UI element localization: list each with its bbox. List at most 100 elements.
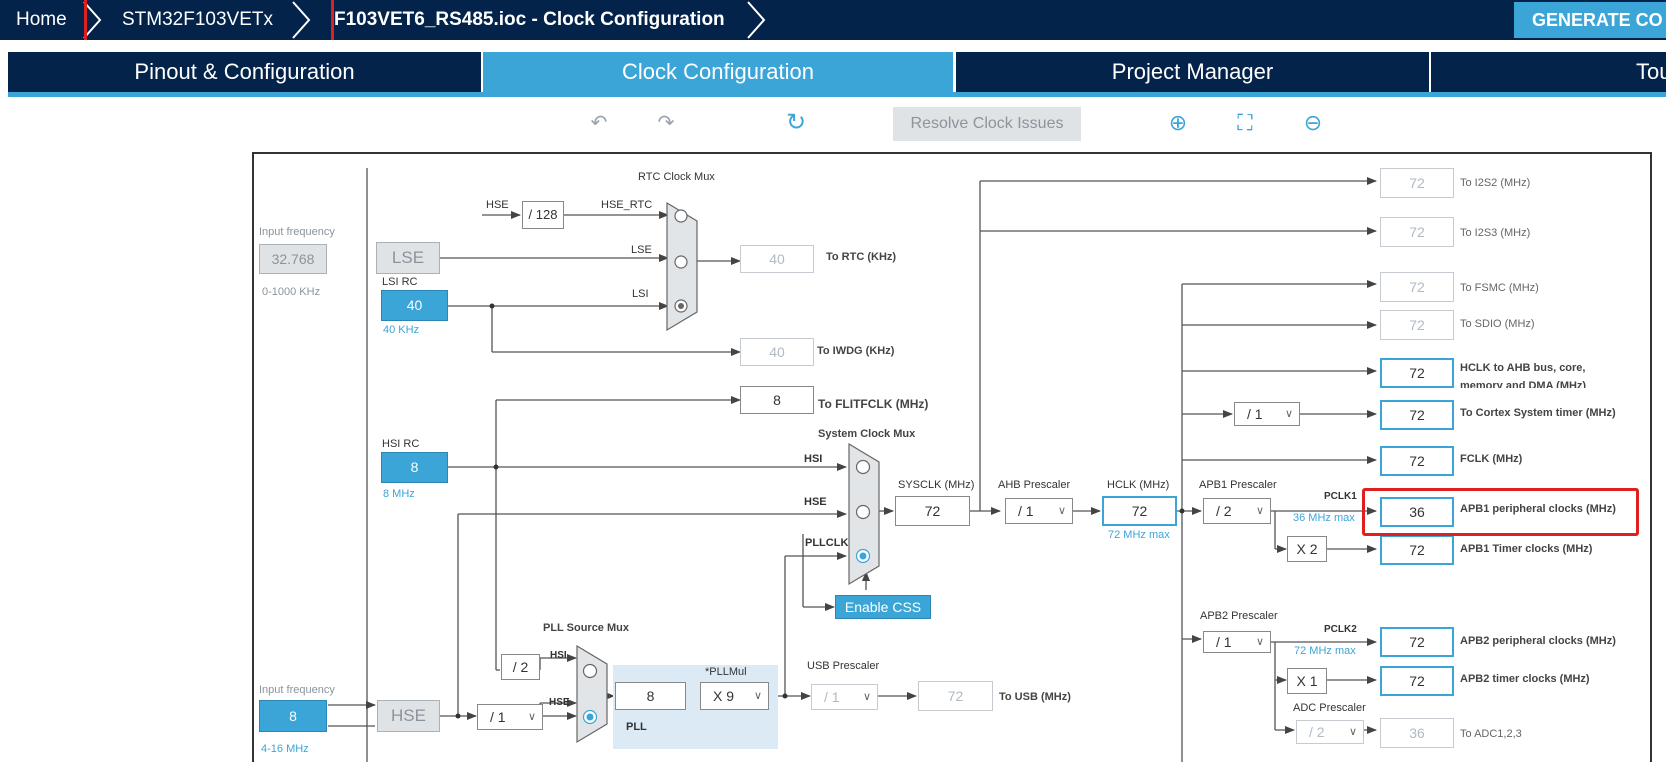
pclk2-max-label: 72 MHz max	[1294, 645, 1356, 657]
enable-css-button[interactable]: Enable CSS	[835, 595, 931, 619]
hclk-label: HCLK (MHz)	[1107, 479, 1170, 491]
fsmc-output-label: To FSMC (MHz)	[1460, 282, 1539, 294]
hsi-rc-value[interactable]: 8	[381, 452, 448, 483]
hsi-rc-label: HSI RC	[382, 438, 420, 450]
sdio-output-label: To SDIO (MHz)	[1460, 318, 1535, 330]
adc-prescaler-select[interactable]: / 2 ∨	[1296, 720, 1364, 744]
hclk-ahb-output-label: HCLK to AHB bus, core,	[1460, 362, 1586, 374]
pllclk-mux-input-label: PLLCLK	[805, 537, 849, 549]
lsi-rc-value[interactable]: 40	[381, 290, 448, 321]
i2s2-output-value: 72	[1380, 168, 1454, 198]
adc-output-value: 36	[1380, 718, 1454, 748]
sysclk-value: 72	[895, 496, 970, 526]
usb-output-value: 72	[918, 681, 993, 711]
system-clock-mux-label: System Clock Mux	[818, 428, 916, 440]
hse-input-frequency-field[interactable]: 8	[259, 700, 327, 732]
i2s3-output-label: To I2S3 (MHz)	[1460, 227, 1531, 239]
pllmul-label: *PLLMul	[705, 666, 747, 678]
hse-prediv-select[interactable]: / 1 ∨	[477, 704, 543, 730]
hsi-mux-input-label: HSI	[804, 453, 823, 465]
chevron-down-icon: ∨	[753, 690, 762, 702]
hse-range-label: 4-16 MHz	[261, 743, 309, 755]
pclk2-label: PCLK2	[1324, 624, 1357, 635]
hse-mux-input-label: HSE	[804, 496, 827, 508]
apb2-timer-output-value[interactable]: 72	[1380, 666, 1454, 696]
pll-hsi-input-label: HSI	[550, 650, 567, 661]
apb1-timer-output-value[interactable]: 72	[1380, 535, 1454, 565]
sdio-output-value: 72	[1380, 310, 1454, 340]
iwdg-output-value: 40	[740, 338, 814, 366]
chevron-down-icon: ∨	[1284, 408, 1293, 420]
chevron-down-icon: ∨	[527, 711, 536, 723]
pll-source-mux[interactable]	[576, 644, 608, 744]
i2s2-output-label: To I2S2 (MHz)	[1460, 177, 1531, 189]
pclk1-label: PCLK1	[1324, 491, 1357, 502]
chevron-down-icon: ∨	[1057, 505, 1066, 517]
highlight-box-apb1	[1362, 488, 1639, 536]
flitfclk-output-label: To FLITFCLK (MHz)	[818, 397, 929, 411]
lsi-rc-label: LSI RC	[382, 276, 418, 288]
i2s3-output-value: 72	[1380, 217, 1454, 247]
rtc-output-label: To RTC (KHz)	[826, 251, 897, 263]
lse-input-frequency-field[interactable]: 32.768	[259, 244, 327, 274]
pll-label: PLL	[626, 721, 647, 733]
usb-output-label: To USB (MHz)	[999, 691, 1071, 703]
lse-mux-label: LSE	[631, 244, 652, 256]
lsi-unit-label: 40 KHz	[383, 324, 420, 336]
hclk-ahb-output-label-line2: memory and DMA (MHz)	[1460, 380, 1587, 388]
iwdg-output-label: To IWDG (KHz)	[817, 345, 895, 357]
hse-block[interactable]: HSE	[377, 700, 440, 732]
hsi-div2-block: / 2	[501, 654, 540, 680]
hclk-max-label: 72 MHz max	[1108, 529, 1170, 541]
apb2-peripheral-output-value[interactable]: 72	[1380, 627, 1454, 657]
usb-prescaler-select[interactable]: / 1 ∨	[811, 684, 878, 710]
apb2-timer-output-label: APB2 timer clocks (MHz)	[1460, 673, 1590, 685]
cortex-timer-output-label: To Cortex System timer (MHz)	[1460, 407, 1616, 419]
fsmc-output-value: 72	[1380, 272, 1454, 302]
hsi-unit-label: 8 MHz	[383, 488, 415, 500]
hclk-value-input[interactable]: 72	[1102, 496, 1177, 526]
chevron-down-icon: ∨	[862, 691, 871, 703]
lse-input-frequency-label: Input frequency	[259, 226, 335, 238]
chevron-down-icon: ∨	[1348, 726, 1357, 738]
adc-output-label: To ADC1,2,3	[1460, 728, 1522, 740]
pclk1-max-label: 36 MHz max	[1293, 512, 1355, 524]
pll-hse-input-label: HSE	[549, 697, 570, 708]
ahb-prescaler-label: AHB Prescaler	[998, 479, 1071, 491]
hse-rtc-label: HSE_RTC	[601, 199, 653, 211]
hclk-ahb-output-value[interactable]: 72	[1380, 358, 1454, 388]
chevron-down-icon: ∨	[1255, 505, 1264, 517]
apb1-prescaler-select[interactable]: / 2 ∨	[1203, 498, 1271, 524]
pllmul-select[interactable]: X 9 ∨	[700, 682, 769, 710]
fclk-output-label: FCLK (MHz)	[1460, 453, 1523, 465]
apb2-timer-multiplier: X 1	[1287, 668, 1327, 694]
pll-mux-selected-dot	[586, 713, 594, 721]
pll-input-value: 8	[615, 682, 686, 710]
adc-prescaler-label: ADC Prescaler	[1293, 702, 1366, 714]
rtc-output-value: 40	[740, 245, 814, 273]
sysclk-label: SYSCLK (MHz)	[898, 479, 975, 491]
cortex-timer-output-value[interactable]: 72	[1380, 400, 1454, 430]
lse-block[interactable]: LSE	[376, 242, 440, 274]
apb2-prescaler-select[interactable]: / 1 ∨	[1203, 631, 1271, 653]
pll-source-mux-label: PLL Source Mux	[543, 622, 629, 634]
rtc-clock-mux-label: RTC Clock Mux	[638, 171, 715, 183]
usb-prescaler-label: USB Prescaler	[807, 660, 880, 672]
hse-input-frequency-label: Input frequency	[259, 684, 335, 696]
lsi-mux-label: LSI	[632, 288, 649, 300]
fclk-output-value[interactable]: 72	[1380, 446, 1454, 476]
ahb-prescaler-select[interactable]: / 1 ∨	[1005, 498, 1073, 524]
flitfclk-output-value: 8	[740, 386, 814, 414]
sys-mux-selected-dot	[859, 552, 867, 560]
apb1-timer-output-label: APB1 Timer clocks (MHz)	[1460, 543, 1593, 555]
chevron-down-icon: ∨	[1255, 636, 1264, 648]
rtc-mux-selected-dot	[678, 303, 684, 309]
lse-range-label: 0-1000 KHz	[262, 286, 321, 298]
apb1-timer-multiplier: X 2	[1287, 536, 1327, 562]
cortex-timer-divider-select[interactable]: / 1 ∨	[1234, 402, 1300, 426]
hse-rtc-source-label: HSE	[486, 199, 509, 211]
apb1-prescaler-label: APB1 Prescaler	[1199, 479, 1277, 491]
hse-div128-block: / 128	[522, 201, 564, 229]
apb2-prescaler-label: APB2 Prescaler	[1200, 610, 1278, 622]
apb2-peripheral-output-label: APB2 peripheral clocks (MHz)	[1460, 635, 1616, 647]
